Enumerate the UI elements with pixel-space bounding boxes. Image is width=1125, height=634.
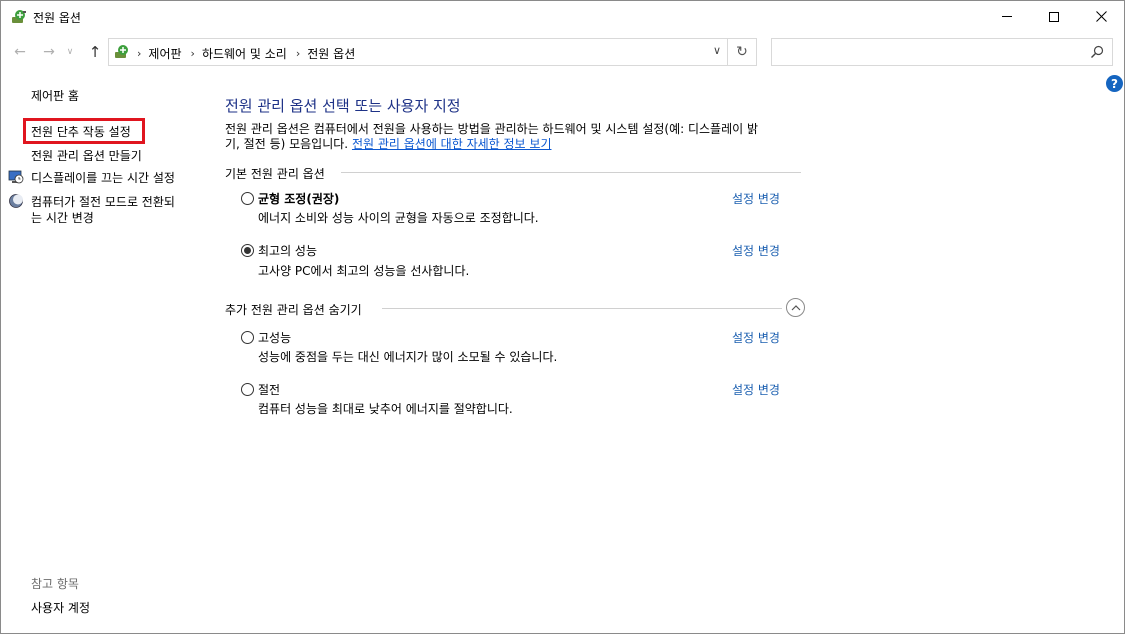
close-button[interactable]: [1078, 1, 1124, 32]
search-icon[interactable]: [1090, 45, 1104, 59]
extra-plans-heading[interactable]: 추가 전원 관리 옵션 숨기기: [225, 301, 362, 318]
page-title: 전원 관리 옵션 선택 또는 사용자 지정: [225, 97, 461, 115]
power-plan-info-link[interactable]: 전원 관리 옵션에 대한 자세한 정보 보기: [352, 137, 552, 151]
plan-radio-power-saver[interactable]: [241, 383, 254, 396]
plan-desc-power-saver: 컴퓨터 성능을 최대로 낮추어 에너지를 절약합니다.: [258, 402, 513, 416]
arrow-up-icon: ↑: [88, 43, 102, 61]
page-description: 전원 관리 옵션은 컴퓨터에서 전원을 사용하는 방법을 관리하는 하드웨어 및…: [225, 122, 810, 152]
basic-plans-heading: 기본 전원 관리 옵션: [225, 167, 325, 181]
breadcrumb-chevron-icon[interactable]: ›: [296, 47, 300, 60]
change-settings-link-ultimate[interactable]: 설정 변경: [732, 242, 780, 259]
divider: [341, 172, 801, 173]
forward-button[interactable]: →: [39, 42, 59, 62]
minimize-icon: [1002, 16, 1012, 17]
back-button[interactable]: ←: [10, 42, 30, 62]
refresh-icon: ↻: [736, 44, 748, 60]
control-panel-home-link[interactable]: 제어판 홈: [31, 87, 79, 104]
plan-desc-balanced: 에너지 소비와 성능 사이의 균형을 자동으로 조정합니다.: [258, 211, 539, 225]
search-input[interactable]: [778, 40, 1078, 64]
maximize-icon: [1049, 11, 1059, 22]
minimize-button[interactable]: [984, 1, 1030, 32]
plan-radio-balanced[interactable]: [241, 192, 254, 205]
breadcrumb-chevron-icon[interactable]: ›: [137, 47, 141, 60]
address-bar[interactable]: › 제어판 › 하드웨어 및 소리 › 전원 옵션 ∨: [108, 38, 728, 66]
maximize-button[interactable]: [1031, 1, 1077, 32]
change-settings-link-high-performance[interactable]: 설정 변경: [732, 329, 780, 346]
plan-desc-ultimate: 고사양 PC에서 최고의 성능을 선사합니다.: [258, 264, 470, 278]
arrow-left-icon: ←: [14, 44, 26, 60]
breadcrumb-chevron-icon[interactable]: ›: [191, 47, 195, 60]
sleep-time-link-line1[interactable]: 컴퓨터가 절전 모드로 전환되: [31, 193, 175, 210]
create-power-plan-link[interactable]: 전원 관리 옵션 만들기: [31, 147, 142, 164]
window-title: 전원 옵션: [33, 11, 81, 25]
plan-radio-high-performance[interactable]: [241, 331, 254, 344]
description-line1: 전원 관리 옵션은 컴퓨터에서 전원을 사용하는 방법을 관리하는 하드웨어 및…: [225, 122, 759, 136]
breadcrumb-hardware-sound[interactable]: 하드웨어 및 소리: [202, 45, 287, 62]
sleep-time-link-line2[interactable]: 는 시간 변경: [31, 209, 94, 226]
title-bar: 전원 옵션: [1, 1, 1124, 32]
help-icon: ?: [1111, 76, 1118, 91]
moon-icon: [9, 194, 23, 208]
plan-radio-ultimate[interactable]: [241, 244, 254, 257]
refresh-button[interactable]: ↻: [728, 38, 757, 66]
user-accounts-link[interactable]: 사용자 계정: [31, 599, 90, 616]
breadcrumb-control-panel[interactable]: 제어판: [148, 45, 181, 62]
help-button[interactable]: ?: [1106, 75, 1123, 92]
divider: [382, 308, 782, 309]
chevron-up-icon: [791, 305, 800, 311]
change-settings-link-balanced[interactable]: 설정 변경: [732, 190, 780, 207]
plan-name-high-performance[interactable]: 고성능: [258, 329, 291, 346]
window: 전원 옵션 ← → ∨ ↑ › 제어판 › 하드웨어 및 소리 › 전원 옵션 …: [0, 0, 1125, 634]
plan-name-balanced[interactable]: 균형 조정(권장): [258, 190, 339, 207]
collapse-button[interactable]: [786, 298, 805, 317]
chevron-down-icon: ∨: [66, 47, 74, 57]
recent-locations-button[interactable]: ∨: [63, 42, 77, 62]
display-clock-icon: [8, 170, 24, 184]
address-dropdown-icon[interactable]: ∨: [713, 44, 721, 57]
up-button[interactable]: ↑: [85, 42, 105, 62]
description-line2: 기, 절전 등) 모음입니다.: [225, 137, 349, 151]
plan-name-ultimate[interactable]: 최고의 성능: [258, 242, 317, 259]
breadcrumb: › 제어판 › 하드웨어 및 소리 › 전원 옵션: [135, 45, 355, 62]
power-options-icon: [12, 10, 26, 23]
see-also-heading: 참고 항목: [31, 577, 79, 591]
search-box[interactable]: [771, 38, 1113, 66]
control-panel-icon: [115, 45, 128, 58]
breadcrumb-power-options[interactable]: 전원 옵션: [307, 45, 355, 62]
plan-name-power-saver[interactable]: 절전: [258, 381, 280, 398]
power-button-settings-link[interactable]: 전원 단추 작동 설정: [31, 123, 131, 140]
plan-desc-high-performance: 성능에 중점을 두는 대신 에너지가 많이 소모될 수 있습니다.: [258, 350, 558, 364]
arrow-right-icon: →: [43, 44, 55, 60]
display-off-time-link[interactable]: 디스플레이를 끄는 시간 설정: [31, 169, 175, 186]
change-settings-link-power-saver[interactable]: 설정 변경: [732, 381, 780, 398]
close-icon: [1095, 11, 1107, 22]
